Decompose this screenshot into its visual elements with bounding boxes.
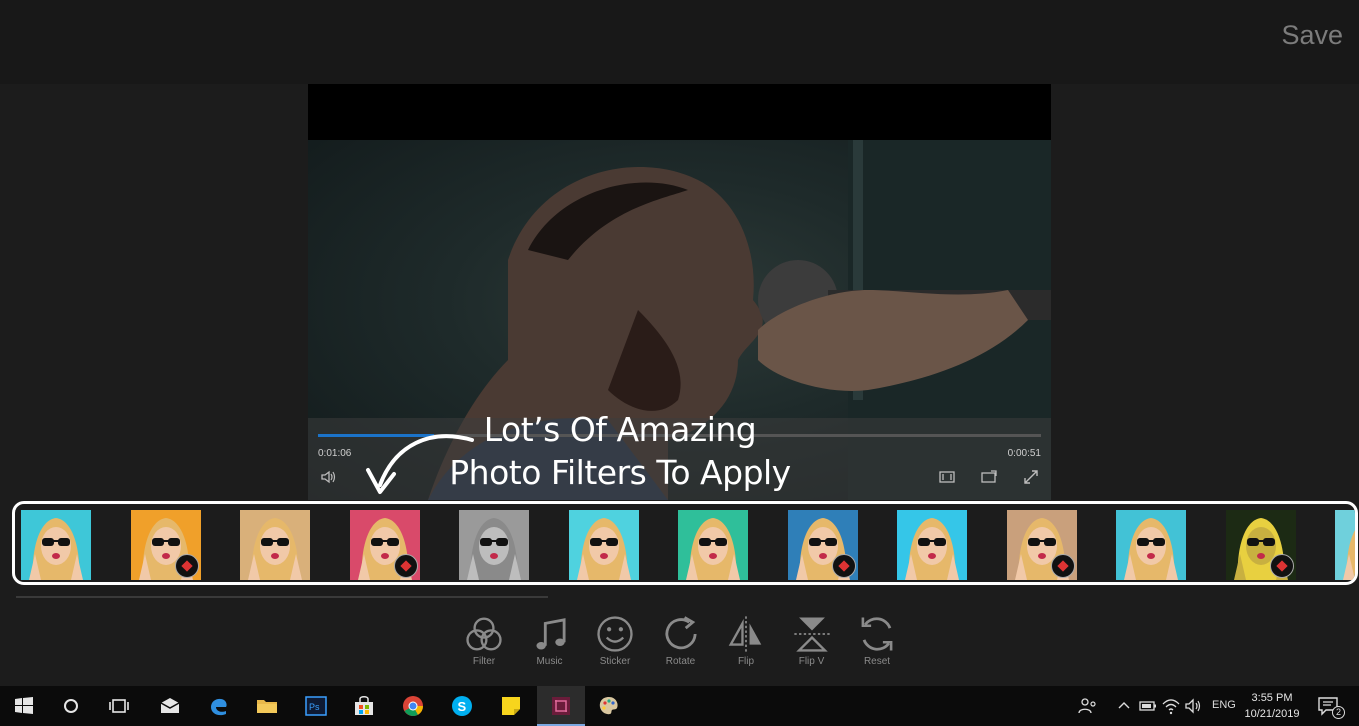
filter-preview-image [21, 510, 91, 580]
premium-badge-icon [394, 554, 418, 578]
filter-preview-image [1335, 510, 1355, 580]
divider [16, 596, 548, 598]
chrome-icon[interactable] [401, 694, 425, 718]
filter-preview-image [569, 510, 639, 580]
tool-label: Reset [863, 656, 891, 667]
clock-time: 3:55 PM [1251, 692, 1293, 704]
elapsed-time: 0:01:06 [318, 448, 352, 459]
notification-count-badge: 2 [1332, 706, 1345, 719]
cast-icon[interactable] [980, 468, 998, 486]
premium-badge-icon [175, 554, 199, 578]
paint-palette-icon[interactable] [597, 694, 621, 718]
sticky-notes-icon[interactable] [499, 694, 523, 718]
flip-vertical-icon [793, 617, 830, 652]
task-view-icon[interactable] [107, 694, 131, 718]
video-editor-app-icon[interactable] [549, 694, 573, 718]
top-bar: Save [0, 0, 1359, 84]
sticker-tool-button[interactable]: Sticker [583, 614, 647, 676]
file-explorer-icon[interactable] [255, 694, 279, 718]
mail-icon[interactable] [158, 694, 182, 718]
promo-caption: Lot’s Of Amazing Photo Filters To Apply [420, 408, 820, 494]
filter-thumbnail[interactable] [350, 510, 420, 580]
aspect-ratio-icon[interactable] [938, 468, 956, 486]
input-language[interactable]: ENG [1212, 699, 1236, 711]
filter-icon [466, 617, 502, 651]
filter-thumbnail[interactable] [240, 510, 310, 580]
people-icon[interactable] [1076, 694, 1100, 718]
filter-preview-image [1116, 510, 1186, 580]
filter-thumbnail[interactable] [897, 510, 967, 580]
search-circle-icon[interactable] [59, 694, 83, 718]
filter-thumbnail[interactable] [131, 510, 201, 580]
remaining-time: 0:00:51 [1007, 448, 1041, 459]
tool-label: Sticker [599, 656, 631, 667]
promo-caption-line-2: Photo Filters To Apply [449, 453, 791, 492]
skype-icon[interactable]: S [450, 694, 474, 718]
reset-tool-button[interactable]: Reset [845, 614, 909, 676]
store-icon[interactable] [352, 694, 376, 718]
save-button[interactable]: Save [1281, 20, 1343, 51]
filter-preview-image [240, 510, 310, 580]
edge-browser-icon[interactable] [207, 694, 231, 718]
rotate-tool-button[interactable]: Rotate [649, 614, 713, 676]
promo-caption-line-1: Lot’s Of Amazing [483, 410, 757, 449]
filter-thumbnail[interactable] [1007, 510, 1077, 580]
wifi-icon[interactable] [1159, 694, 1183, 718]
filter-thumbnail[interactable] [459, 510, 529, 580]
battery-icon[interactable] [1136, 694, 1160, 718]
filter-thumbnail[interactable] [1335, 510, 1355, 580]
music-icon [535, 618, 566, 650]
tool-label: Flip V [798, 656, 825, 667]
svg-text:Ps: Ps [309, 702, 320, 712]
chevron-up-icon[interactable] [1112, 694, 1136, 718]
reset-icon [861, 617, 893, 651]
tool-label: Filter [472, 656, 496, 667]
filter-thumbnail[interactable] [788, 510, 858, 580]
tool-label: Flip [737, 656, 755, 667]
filter-strip[interactable] [12, 501, 1358, 585]
tool-label: Music [536, 656, 563, 667]
taskbar-clock[interactable]: 3:55 PM 10/21/2019 [1237, 690, 1307, 722]
filter-thumbnail[interactable] [1226, 510, 1296, 580]
filter-preview-image [897, 510, 967, 580]
windows-start-icon[interactable] [12, 694, 36, 718]
tool-label: Rotate [665, 656, 696, 667]
volume-icon[interactable] [320, 468, 338, 486]
windows-taskbar: Ps S ENG 3:55 PM 10/21/2019 2 [0, 686, 1359, 726]
filter-tool-button[interactable]: Filter [452, 614, 516, 676]
svg-text:S: S [458, 699, 467, 714]
premium-badge-icon [1270, 554, 1294, 578]
speaker-icon[interactable] [1182, 694, 1206, 718]
fullscreen-icon[interactable] [1022, 468, 1040, 486]
filter-thumbnail[interactable] [678, 510, 748, 580]
filter-preview-image [678, 510, 748, 580]
filter-preview-image [459, 510, 529, 580]
flipv-tool-button[interactable]: Flip V [780, 614, 844, 676]
flip-icon [728, 616, 762, 652]
clock-date: 10/21/2019 [1244, 708, 1300, 720]
sticker-icon [597, 616, 633, 652]
flip-tool-button[interactable]: Flip [714, 614, 778, 676]
app-window: Save 0:01:06 0:00:51 Lot’s Of Amazing Ph… [0, 0, 1359, 726]
filter-thumbnail[interactable] [1116, 510, 1186, 580]
filter-thumbnail[interactable] [21, 510, 91, 580]
rotate-icon [664, 616, 697, 650]
photoshop-icon[interactable]: Ps [304, 694, 328, 718]
filter-thumbnail[interactable] [569, 510, 639, 580]
premium-badge-icon [832, 554, 856, 578]
music-tool-button[interactable]: Music [518, 614, 582, 676]
premium-badge-icon [1051, 554, 1075, 578]
